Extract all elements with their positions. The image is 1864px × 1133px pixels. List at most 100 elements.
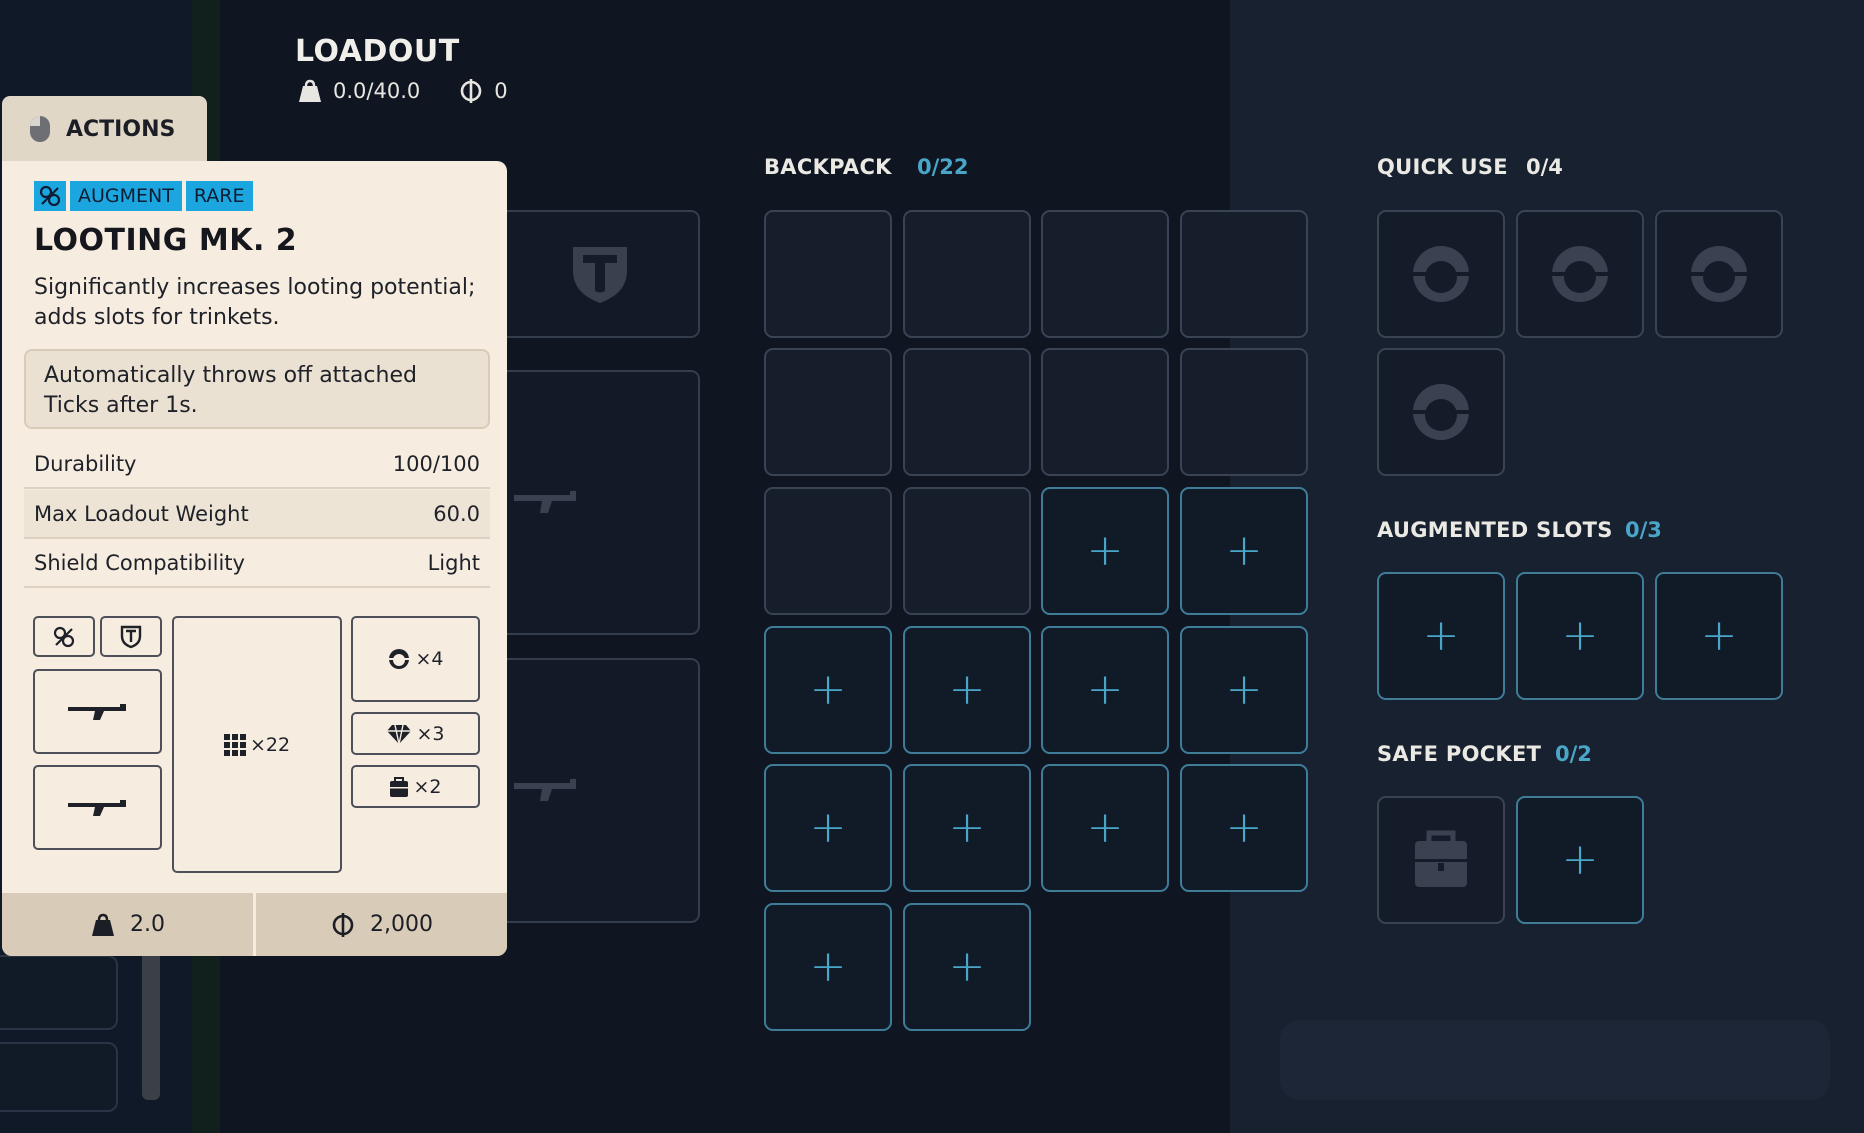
stat-row-durability: Durability 100/100 (24, 440, 490, 489)
quick-use-slots-count: ×4 (415, 648, 444, 670)
backpack-add-slot[interactable]: + (764, 903, 892, 1031)
currency-icon (460, 79, 482, 103)
backpack-slot[interactable] (903, 487, 1031, 615)
backpack-slot[interactable] (1041, 348, 1169, 476)
backpack-slot[interactable] (1041, 210, 1169, 338)
augment-icon (34, 181, 66, 211)
item-description: Significantly increases looting potentia… (34, 275, 476, 330)
backpack-slot[interactable] (1180, 348, 1308, 476)
stat-row-max-loadout-weight: Max Loadout Weight 60.0 (24, 490, 490, 539)
item-price-value: 2,000 (370, 912, 433, 937)
plus-icon: + (809, 941, 847, 992)
trinket-slots-preview: ×3 (351, 712, 480, 755)
quick-use-icon (1413, 246, 1469, 302)
weapon-slot-preview (33, 765, 162, 850)
augment-add-slot[interactable]: + (1377, 572, 1505, 700)
plus-icon: + (809, 802, 847, 853)
rifle-icon (67, 703, 126, 720)
backpack-slot[interactable] (903, 210, 1031, 338)
backpack-add-slot[interactable]: + (1180, 626, 1308, 754)
stat-value: Light (427, 550, 480, 575)
item-weight: 2.0 (2, 893, 253, 956)
quick-use-slot[interactable] (1655, 210, 1783, 338)
backpack-slot[interactable] (764, 348, 892, 476)
left-list-card[interactable] (0, 1042, 118, 1112)
backpack-add-slot[interactable]: + (1041, 487, 1169, 615)
grid-icon (223, 733, 246, 756)
augmented-slots-label: AUGMENTED SLOTS (1377, 518, 1613, 542)
quick-use-slot[interactable] (1377, 210, 1505, 338)
quick-use-slot[interactable] (1516, 210, 1644, 338)
backpack-add-slot[interactable]: + (903, 903, 1031, 1031)
plus-icon: + (948, 941, 986, 992)
quick-use-icon (389, 649, 410, 669)
plus-icon: + (1422, 610, 1460, 661)
stat-value: 100/100 (392, 451, 480, 476)
item-name: LOOTING MK. 2 (34, 223, 298, 258)
quick-use-icon (1552, 246, 1608, 302)
backpack-slot[interactable] (764, 210, 892, 338)
quick-use-slots-preview: ×4 (351, 616, 480, 702)
actions-label: ACTIONS (66, 116, 176, 142)
plus-icon: + (1700, 610, 1738, 661)
plus-icon: + (1086, 802, 1124, 853)
backpack-add-slot[interactable]: + (903, 764, 1031, 892)
augmented-slots-count: 0/3 (1625, 518, 1662, 542)
augment-add-slot[interactable]: + (1655, 572, 1783, 700)
stat-row-shield-compatibility: Shield Compatibility Light (24, 539, 490, 588)
backpack-slot[interactable] (764, 487, 892, 615)
plus-icon: + (1561, 834, 1599, 885)
backpack-count: 0/22 (917, 155, 969, 179)
item-price: 2,000 (256, 893, 507, 956)
scrollbar[interactable] (142, 950, 160, 1100)
backpack-add-slot[interactable]: + (1180, 487, 1308, 615)
backpack-slot[interactable] (1180, 210, 1308, 338)
backpack-add-slot[interactable]: + (764, 764, 892, 892)
safe-pocket-add-slot[interactable]: + (1516, 796, 1644, 924)
plus-icon: + (1225, 664, 1263, 715)
backpack-add-slot[interactable]: + (764, 626, 892, 754)
safe-pocket-label: SAFE POCKET (1377, 742, 1542, 766)
backpack-add-slot[interactable]: + (903, 626, 1031, 754)
item-effect: Automatically throws off attached Ticks … (24, 349, 490, 429)
quick-use-icon (1413, 384, 1469, 440)
weight-icon (299, 79, 321, 102)
weight-icon (92, 913, 114, 936)
rifle-icon (67, 799, 126, 816)
plus-icon: + (809, 664, 847, 715)
augment-slot-preview (33, 616, 95, 657)
backpack-slot[interactable] (903, 348, 1031, 476)
safe-pocket-slot[interactable] (1377, 796, 1505, 924)
plus-icon: + (1225, 802, 1263, 853)
left-list-card[interactable] (0, 955, 118, 1030)
weapon-slot-2[interactable] (500, 658, 700, 923)
shield-slot-preview (100, 616, 162, 657)
backpack-add-slot[interactable]: + (1041, 764, 1169, 892)
stat-label: Shield Compatibility (34, 550, 245, 575)
item-tooltip: AUGMENT RARE LOOTING MK. 2 Significantly… (2, 161, 507, 956)
backpack-add-slot[interactable]: + (1180, 764, 1308, 892)
weapon-slot-1[interactable] (500, 370, 700, 635)
safe-pocket-count: 0/2 (1555, 742, 1592, 766)
item-tags: AUGMENT RARE (34, 181, 253, 211)
tag-augment: AUGMENT (70, 181, 182, 211)
safe-pocket-slots-preview: ×2 (351, 765, 480, 808)
loadout-stats: 0.0/40.0 0 (297, 78, 508, 104)
lockbox-icon (1415, 830, 1467, 887)
plus-icon: + (1561, 610, 1599, 661)
currency-value: 0 (494, 79, 508, 103)
backpack-slots-preview: ×22 (172, 616, 342, 873)
page-title: LOADOUT (295, 34, 460, 69)
augment-add-slot[interactable]: + (1516, 572, 1644, 700)
backpack-add-slot[interactable]: + (1041, 626, 1169, 754)
actions-tab[interactable]: ACTIONS (2, 96, 207, 162)
shield-slot[interactable] (500, 210, 700, 338)
quick-use-count: 0/4 (1526, 155, 1563, 179)
quick-use-label: QUICK USE (1377, 155, 1508, 179)
backpack-slots-count: ×22 (249, 733, 291, 756)
tooltip-footer: 2.0 2,000 (2, 893, 507, 956)
plus-icon: + (948, 664, 986, 715)
quick-use-slot[interactable] (1377, 348, 1505, 476)
weight-value: 0.0/40.0 (333, 79, 421, 103)
rifle-icon (514, 779, 576, 801)
